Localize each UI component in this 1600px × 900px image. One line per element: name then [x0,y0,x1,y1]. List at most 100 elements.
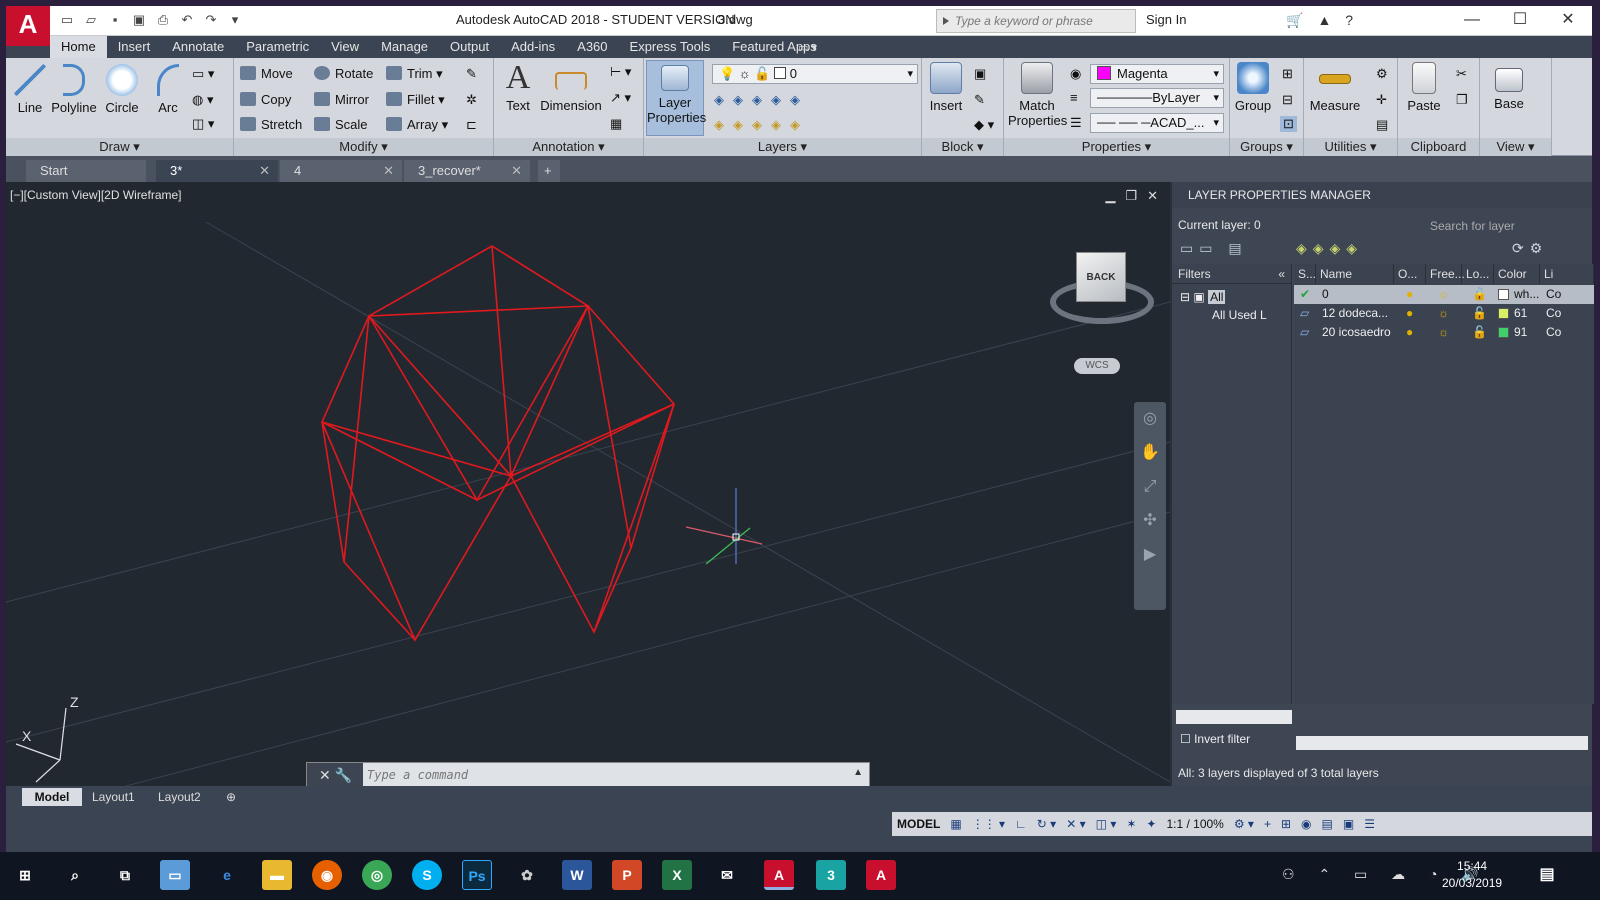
array-button[interactable]: Array ▾ [386,117,448,133]
col-status[interactable]: S... [1294,264,1316,284]
layer-row-0[interactable]: ✔ 0 ● ☼ 🔓 wh... Co [1294,285,1594,304]
tab-doc-3-recover[interactable]: 3_recover* ✕ [404,160,530,182]
print-icon[interactable]: ⎙ [154,12,172,28]
col-freeze[interactable]: Free... [1426,264,1465,284]
mail-icon[interactable]: ✉ [712,860,742,890]
clipboard-panel-title[interactable]: Clipboard [1398,138,1479,156]
wcs-menu[interactable]: WCS [1074,358,1120,374]
layer-tools-row1-icon[interactable]: ◈◈◈◈◈ [714,92,809,108]
tab-output[interactable]: Output [439,36,500,58]
close-icon[interactable]: ✕ [1544,6,1592,36]
edge-icon[interactable]: e [212,860,242,890]
ungroup-icon[interactable]: ⊞ [1282,66,1293,82]
rectangle-icon[interactable]: ▭ ▾ [192,66,214,82]
maximize-icon[interactable]: ☐ [1496,6,1544,36]
tab-annotate[interactable]: Annotate [161,36,235,58]
edit-block-icon[interactable]: ✎ [974,92,985,108]
chrome-icon[interactable]: ◎ [362,860,392,890]
mirror-button[interactable]: Mirror [314,92,369,107]
task-view-icon[interactable]: ⧉ [110,860,140,890]
drawing-canvas[interactable]: [−][Custom View][2D Wireframe] ▁ ❐ ✕ BAC… [6,182,1170,786]
filter-all-used[interactable]: All Used L [1172,304,1291,322]
tab-insert[interactable]: Insert [107,36,162,58]
polar-icon[interactable]: ↻ ▾ [1037,817,1056,831]
cart-icon[interactable]: 🛒 [1286,12,1303,29]
color-dropdown[interactable]: Magenta [1090,64,1224,84]
ortho-icon[interactable]: ∟ [1015,817,1027,831]
hardware-accel-icon[interactable]: ▤ [1322,817,1333,831]
command-history-icon[interactable]: ▲ [853,767,863,778]
lock-icon[interactable]: 🔓 [1472,304,1487,323]
layer-properties-button[interactable]: Layer Properties [646,60,706,136]
save-icon[interactable]: ▪ [106,12,124,28]
erase-icon[interactable]: ✎ [466,66,477,82]
viewport-minimize-icon[interactable]: ▁ [1105,188,1115,204]
hatch-icon[interactable]: ◍ ▾ [192,92,213,108]
measure-button[interactable]: Measure [1308,62,1362,113]
block-attribute-icon[interactable]: ◆ ▾ [974,117,994,133]
tab-model[interactable]: Model [22,788,82,806]
command-input[interactable]: Type a command [367,763,468,786]
paste-button[interactable]: Paste [1402,62,1446,113]
new-tab-button[interactable]: + [538,160,560,182]
tab-add-ins[interactable]: Add-ins [500,36,566,58]
insert-block-button[interactable]: Insert [926,62,966,113]
layer-tools-row2-icon[interactable]: ◈◈◈◈◈ [714,117,809,133]
powerpoint-icon[interactable]: P [612,860,642,890]
color-swatch[interactable] [1498,327,1509,338]
viewport-controls-label[interactable]: [−][Custom View][2D Wireframe] [10,188,182,202]
arc-button[interactable]: Arc [152,64,184,115]
zoom-extents-icon[interactable]: ⤢ [1134,470,1166,504]
application-menu-button[interactable]: A [6,6,50,46]
filters-scrollbar[interactable] [1176,710,1292,724]
units-icon[interactable]: ⊞ [1281,817,1291,831]
snap-icon[interactable]: ⋮⋮ ▾ [972,817,1005,831]
tab-start[interactable]: Start [26,160,146,182]
point-icon[interactable]: ✛ [1376,92,1387,108]
tablet-app-icon[interactable]: ▭ [160,860,190,890]
grid-scrollbar[interactable] [1296,736,1588,750]
base-view-button[interactable]: Base [1488,62,1530,111]
dimension-button[interactable]: Dimension [540,62,602,113]
col-color[interactable]: Color [1494,264,1540,284]
refresh-settings-icon[interactable]: ⟳⚙ [1512,240,1548,257]
customize-qat-icon[interactable]: ▾ [226,12,244,28]
firefox-icon[interactable]: ◉ [312,860,342,890]
offset-icon[interactable]: ⊏ [466,117,477,133]
tab-parametric[interactable]: Parametric [235,36,320,58]
pan-icon[interactable]: ✋ [1134,436,1166,470]
col-on[interactable]: O... [1394,264,1426,284]
lock-icon[interactable]: 🔓 [1472,285,1487,304]
clean-screen-icon[interactable]: ▣ [1343,817,1354,831]
line-button[interactable]: Line [12,64,48,115]
start-icon[interactable]: ⊞ [10,860,40,890]
save-as-icon[interactable]: ▣ [130,12,148,28]
rotate-button[interactable]: Rotate [314,66,373,81]
exchange-icon[interactable]: ▲ [1317,12,1331,29]
move-button[interactable]: Move [240,66,293,81]
file-explorer-icon[interactable]: ▬ [262,860,292,890]
scale-button[interactable]: Scale [314,117,368,132]
help-search-input[interactable]: Type a keyword or phrase [936,9,1136,33]
stretch-button[interactable]: Stretch [240,117,302,132]
sun-icon[interactable]: ☼ [1438,285,1449,304]
layer-dropdown[interactable]: 💡 ☼ 🔓 0 [712,64,918,84]
new-file-icon[interactable]: ▭ [58,12,76,28]
draw-panel-title[interactable]: Draw ▾ [6,138,233,156]
redo-icon[interactable]: ↷ [202,12,220,28]
viewport-restore-icon[interactable]: ❐ [1125,188,1137,204]
workspace-gear-icon[interactable]: ⚙ ▾ [1234,817,1254,831]
cut-icon[interactable]: ✂ [1456,66,1467,82]
viewcube[interactable]: BACK [1046,242,1158,342]
tab-express-tools[interactable]: Express Tools [619,36,722,58]
table-icon[interactable]: ▦ [610,116,622,132]
lineweight-dropdown[interactable]: ──────ByLayer [1090,88,1224,108]
leader-icon[interactable]: ↗ ▾ [610,90,631,106]
tab-view[interactable]: View [320,36,370,58]
layer-row-1[interactable]: ▱ 12 dodeca... ● ☼ 🔓 61 Co [1294,304,1594,323]
annotation-scale-icon[interactable]: ✦ [1146,817,1156,831]
help-icon[interactable]: ? [1345,12,1353,29]
invert-filter-checkbox[interactable]: ☐ Invert filter [1180,732,1250,746]
grid-icon[interactable]: ▦ [950,817,961,831]
orbit-icon[interactable]: ✣ [1134,504,1166,538]
